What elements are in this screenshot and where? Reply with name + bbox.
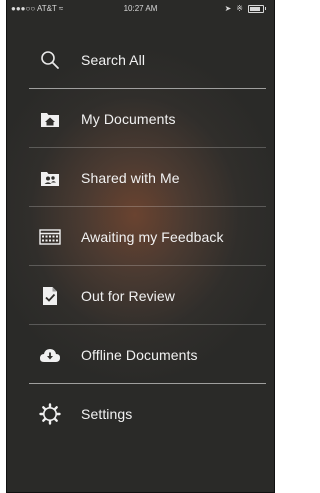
menu-item-label: Offline Documents <box>81 346 198 363</box>
home-folder-icon <box>39 108 61 130</box>
location-icon: ➤ <box>224 4 232 13</box>
menu-item-label: Awaiting my Feedback <box>81 228 224 245</box>
battery-nub <box>265 7 266 10</box>
menu-item-awaiting-feedback[interactable]: Awaiting my Feedback <box>7 207 274 266</box>
menu-item-settings[interactable]: Settings <box>7 384 274 443</box>
menu-item-label: Settings <box>81 405 133 422</box>
menu-item-offline-documents[interactable]: Offline Documents <box>7 325 274 384</box>
search-icon <box>39 49 61 71</box>
menu-item-label: Search All <box>81 51 146 68</box>
menu-item-my-documents[interactable]: My Documents <box>7 89 274 148</box>
bluetooth-icon: ※ <box>236 4 243 13</box>
menu-item-label: Out for Review <box>81 287 175 304</box>
side-menu: Search All My Documents Shared with Me A… <box>7 30 274 443</box>
shared-folder-icon <box>39 167 61 189</box>
document-check-icon <box>39 285 61 307</box>
cloud-download-icon <box>39 344 61 366</box>
menu-item-out-for-review[interactable]: Out for Review <box>7 266 274 325</box>
menu-item-label: Shared with Me <box>81 169 180 186</box>
app-screen: ●●●○○ AT&T ≈ 10:27 AM ➤ ※ Search All My … <box>6 0 275 493</box>
battery-icon <box>248 4 264 13</box>
calendar-icon <box>39 226 61 248</box>
menu-item-shared-with-me[interactable]: Shared with Me <box>7 148 274 207</box>
gear-icon <box>39 402 61 425</box>
status-bar: ●●●○○ AT&T ≈ 10:27 AM ➤ ※ <box>7 0 274 18</box>
status-right: ➤ ※ <box>225 4 266 13</box>
menu-item-label: My Documents <box>81 110 176 127</box>
menu-item-search-all[interactable]: Search All <box>7 30 274 89</box>
